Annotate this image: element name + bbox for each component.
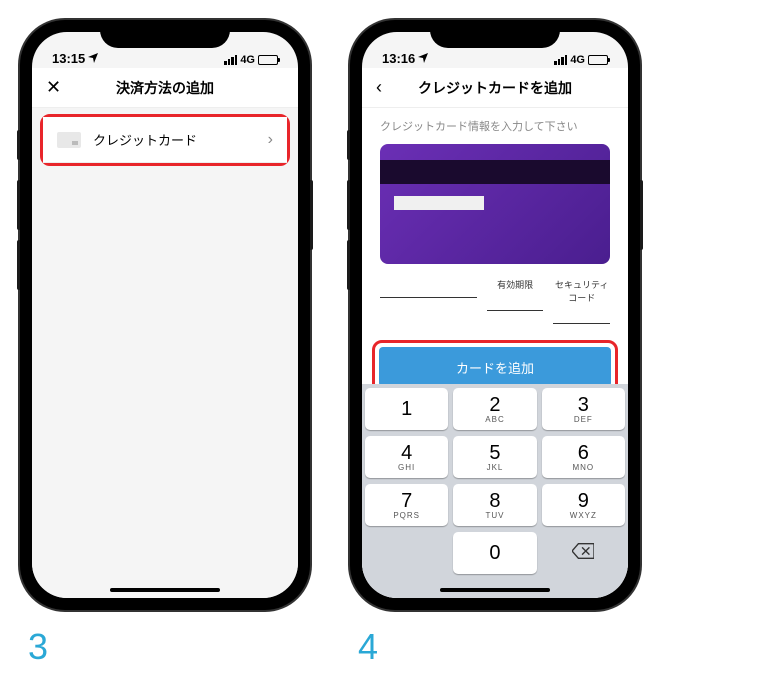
key-6[interactable]: 6MNO: [542, 436, 625, 478]
signal-icon: [554, 55, 567, 65]
home-indicator[interactable]: [110, 588, 220, 592]
location-icon: [88, 51, 98, 66]
page-title: 決済方法の追加: [70, 78, 284, 98]
credit-card-label: クレジットカード: [93, 130, 268, 149]
status-time: 13:15: [52, 51, 85, 66]
close-icon[interactable]: ✕: [46, 77, 70, 98]
status-bar: 13:16 4G: [362, 32, 628, 68]
add-card-button[interactable]: カードを追加: [379, 347, 611, 387]
key-4[interactable]: 4GHI: [365, 436, 448, 478]
network-label: 4G: [240, 54, 255, 66]
key-5[interactable]: 5JKL: [453, 436, 536, 478]
highlight-credit-card-row: クレジットカード ›: [40, 114, 290, 166]
backspace-icon: [572, 543, 594, 564]
credit-card-visual: [380, 144, 610, 264]
location-icon: [418, 51, 428, 66]
key-1[interactable]: 1: [365, 388, 448, 430]
signal-icon: [224, 55, 237, 65]
card-icon: [57, 132, 81, 148]
cvv-field[interactable]: [553, 306, 610, 324]
battery-icon: [588, 55, 608, 65]
phone-frame: 13:16 4G ‹ クレジットカードを追加: [350, 20, 640, 610]
battery-icon: [258, 55, 278, 65]
expiry-label: 有効期限: [487, 278, 544, 291]
page-title: クレジットカードを追加: [400, 78, 614, 98]
network-label: 4G: [570, 54, 585, 66]
key-9[interactable]: 9WXYZ: [542, 484, 625, 526]
phone-frame: 13:15 4G ✕ 決済方法の追加: [20, 20, 310, 610]
key-0[interactable]: 0: [453, 532, 536, 574]
cvv-label: セキュリティコード: [553, 278, 610, 304]
credit-card-row[interactable]: クレジットカード ›: [43, 117, 287, 163]
key-7[interactable]: 7PQRS: [365, 484, 448, 526]
nav-bar: ‹ クレジットカードを追加: [362, 68, 628, 108]
step-3-wrapper: 13:15 4G ✕ 決済方法の追加: [20, 20, 310, 668]
key-8[interactable]: 8TUV: [453, 484, 536, 526]
nav-bar: ✕ 決済方法の追加: [32, 68, 298, 108]
key-blank: [365, 532, 448, 574]
step-number-3: 3: [20, 626, 310, 668]
home-indicator[interactable]: [440, 588, 550, 592]
subtitle: クレジットカード情報を入力して下さい: [362, 108, 628, 144]
step-number-4: 4: [350, 626, 640, 668]
chevron-right-icon: ›: [268, 131, 273, 149]
key-3[interactable]: 3DEF: [542, 388, 625, 430]
key-delete[interactable]: [542, 532, 625, 574]
back-icon[interactable]: ‹: [376, 77, 400, 98]
status-bar: 13:15 4G: [32, 32, 298, 68]
expiry-field[interactable]: [487, 293, 544, 311]
key-2[interactable]: 2ABC: [453, 388, 536, 430]
card-number-field[interactable]: [380, 280, 477, 298]
step-4-wrapper: 13:16 4G ‹ クレジットカードを追加: [350, 20, 640, 668]
field-row: 有効期限 セキュリティコード: [362, 278, 628, 324]
status-time: 13:16: [382, 51, 415, 66]
numeric-keypad: 1 2ABC 3DEF 4GHI 5JKL 6MNO 7PQRS 8TUV 9W…: [362, 384, 628, 598]
